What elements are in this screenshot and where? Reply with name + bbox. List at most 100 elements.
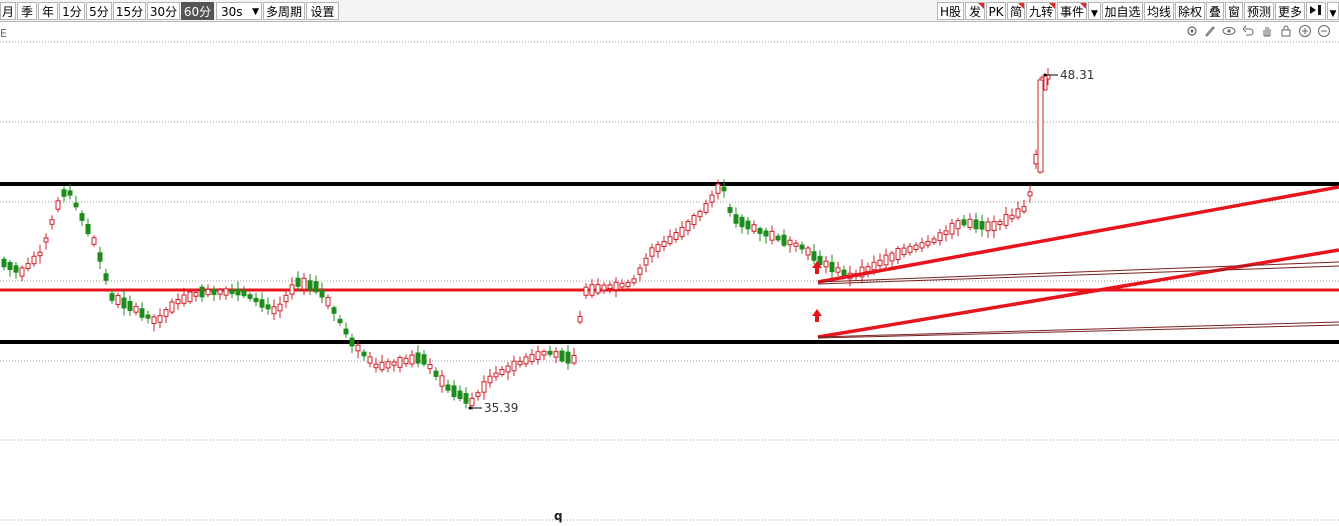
candle-body <box>451 385 457 398</box>
candle-body <box>19 267 25 277</box>
candle-body <box>439 375 445 387</box>
candle-body <box>97 252 103 262</box>
simple-button[interactable]: 简 <box>1007 2 1025 20</box>
moving-average-button[interactable]: 均线 <box>1144 2 1174 20</box>
pk-label: PK <box>988 5 1004 19</box>
candle-body <box>577 315 583 323</box>
chevron-down-icon: ▼ <box>1329 9 1337 19</box>
candle-body <box>1003 214 1009 226</box>
candle-body <box>1 258 7 268</box>
low-marker-dot <box>468 406 472 410</box>
candle-body <box>199 286 205 298</box>
ex-rights-button[interactable]: 除权 <box>1175 2 1205 20</box>
pk-button[interactable]: PK <box>986 2 1006 20</box>
more-label: 更多 <box>1277 5 1302 19</box>
event-button[interactable]: 事件 <box>1057 2 1087 20</box>
candle-body <box>337 318 343 324</box>
candle-body <box>85 223 91 235</box>
candle-body <box>913 244 919 250</box>
candle-body <box>967 218 973 228</box>
toolbar-more-dropdown[interactable]: ▼ <box>1327 2 1339 20</box>
window-button[interactable]: 窗 <box>1225 2 1243 20</box>
candle-body <box>907 245 913 253</box>
candle-body <box>445 384 451 391</box>
settings-button[interactable]: 设置 <box>306 2 339 20</box>
period-15min[interactable]: 15分 <box>113 2 146 20</box>
candle-body <box>517 360 523 366</box>
candle-body <box>1033 153 1039 165</box>
candle-body <box>145 314 151 319</box>
candle-body <box>901 247 907 256</box>
fa-button[interactable]: 发 <box>965 2 985 20</box>
more-button[interactable]: 更多 <box>1275 2 1305 20</box>
event-dropdown[interactable]: ▼ <box>1088 2 1101 20</box>
corner-mark-icon <box>978 3 984 9</box>
candle-body <box>1037 79 1044 173</box>
candle-body <box>931 238 937 243</box>
period-month[interactable]: 月 <box>0 2 16 20</box>
candle-body <box>109 293 115 301</box>
candle-body <box>463 393 469 404</box>
candlestick-chart[interactable]: 48.31 35.39 <box>0 22 1339 526</box>
multi-period-button[interactable]: 多周期 <box>263 2 305 20</box>
candle-body <box>877 259 883 267</box>
candle-body <box>763 230 769 237</box>
candle-body <box>193 292 199 297</box>
hshare-button[interactable]: H股 <box>937 2 964 20</box>
candle-body <box>265 304 271 310</box>
candle-body <box>619 282 625 288</box>
candle-body <box>331 307 337 314</box>
hshare-label: H股 <box>939 5 962 19</box>
candle-body <box>943 230 949 235</box>
candle-body <box>649 247 655 257</box>
period-year[interactable]: 年 <box>38 2 58 20</box>
candle-body <box>571 354 577 364</box>
candle-body <box>679 226 685 238</box>
candle-body <box>349 337 355 347</box>
candle-body <box>505 365 511 373</box>
period-30min[interactable]: 30分 <box>147 2 180 20</box>
candle-body <box>313 281 319 293</box>
candle-body <box>241 290 247 297</box>
candle-body <box>397 356 403 368</box>
forecast-button[interactable]: 预测 <box>1244 2 1274 20</box>
candle-body <box>955 220 961 230</box>
add-watchlist-button[interactable]: 加自选 <box>1102 2 1143 20</box>
period-1min[interactable]: 1分 <box>59 2 85 20</box>
candle-body <box>841 269 847 277</box>
candle-body <box>547 350 553 355</box>
candle-series <box>1 68 1051 410</box>
candle-body <box>289 284 295 295</box>
period-60min[interactable]: 60分 <box>181 2 214 20</box>
candle-body <box>637 267 643 275</box>
candle-body <box>781 234 787 246</box>
candle-body <box>469 397 475 407</box>
period-5min[interactable]: 5分 <box>86 2 112 20</box>
candle-body <box>457 390 463 400</box>
candle-body <box>721 186 727 192</box>
forecast-label: 预测 <box>1246 5 1271 19</box>
channel-thin-line <box>817 261 1339 283</box>
overlay-button[interactable]: 叠 <box>1206 2 1224 20</box>
candle-body <box>211 289 217 295</box>
candle-body <box>403 357 409 365</box>
candle-body <box>151 316 157 324</box>
candle-body <box>673 232 679 240</box>
candle-body <box>937 232 943 242</box>
candle-body <box>1021 206 1027 212</box>
period-quarter[interactable]: 季 <box>17 2 37 20</box>
candle-body <box>223 288 229 296</box>
collapse-panel-button[interactable] <box>1306 2 1326 20</box>
high-marker-dot <box>1043 73 1047 77</box>
candle-body <box>271 306 277 315</box>
candle-body <box>247 294 253 299</box>
candle-body <box>55 200 61 210</box>
candle-body <box>1015 208 1021 218</box>
candle-body <box>499 369 505 375</box>
ex-rights-label: 除权 <box>1177 5 1202 19</box>
sub-period-select[interactable]: 30s ▼ <box>216 2 262 20</box>
moving-average-label: 均线 <box>1146 5 1171 19</box>
up-arrow-icon <box>812 309 822 322</box>
jiuzhuan-button[interactable]: 九转 <box>1026 2 1056 20</box>
candle-body <box>583 286 589 296</box>
